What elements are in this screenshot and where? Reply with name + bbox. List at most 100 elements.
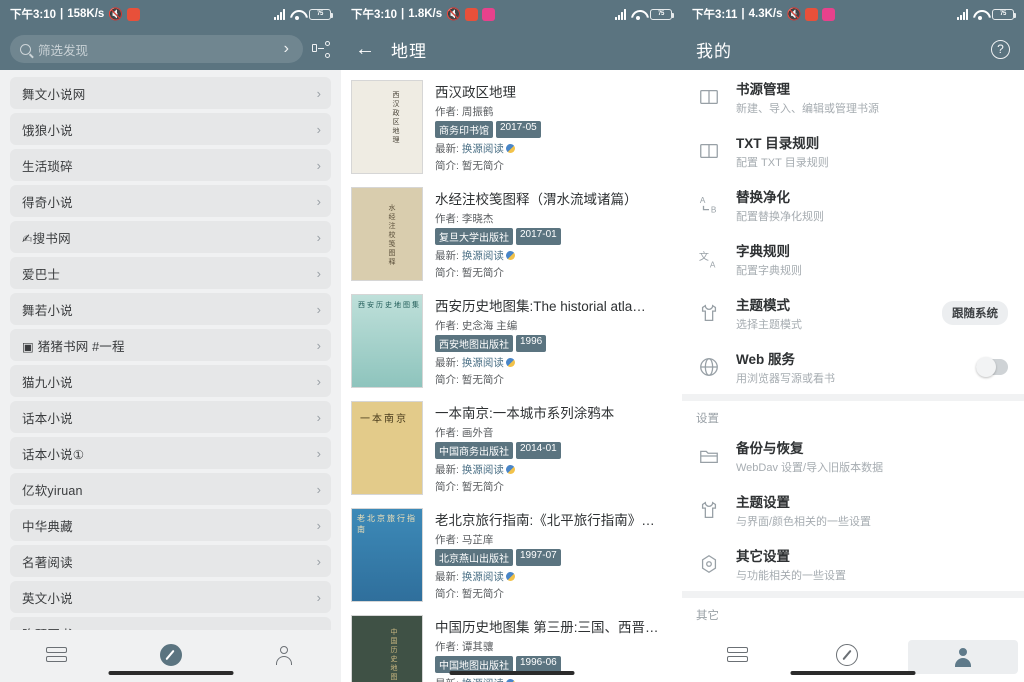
palette-icon xyxy=(505,572,515,581)
list-item[interactable]: 中华典藏 › xyxy=(10,509,331,541)
web-service-toggle[interactable] xyxy=(976,357,1008,377)
list-item[interactable]: 英文小说 › xyxy=(10,581,331,613)
change-source-link[interactable]: 换源阅读 xyxy=(462,143,504,155)
list-item[interactable]: ✍搜书网 › xyxy=(10,221,331,253)
settings-item-title: TXT 目录规则 xyxy=(736,136,820,151)
book-intro: 简介: 暂无简介 xyxy=(435,160,504,172)
svg-text:文: 文 xyxy=(699,250,709,263)
list-item[interactable]: ▣ 猪猪书网 #一程 › xyxy=(10,329,331,361)
chevron-right-icon: › xyxy=(316,337,321,353)
list-item[interactable]: 一本南京 一本南京:一本城市系列涂鸦本 作者: 画外音 中国商务出版社 2014… xyxy=(341,395,682,502)
wifi-icon xyxy=(290,9,304,20)
section-label-settings: 设置 xyxy=(696,413,719,425)
book-latest: 最新: 换源阅读 xyxy=(435,676,670,682)
nav-bookshelf[interactable] xyxy=(0,640,114,670)
book-author: 作者: 李晓杰 xyxy=(435,213,494,225)
list-item[interactable]: 爱巴士 › xyxy=(10,257,331,289)
list-item[interactable]: 昀瑟图书› xyxy=(10,617,331,630)
notification-badge-red xyxy=(805,7,819,21)
chevron-right-icon: › xyxy=(316,265,321,281)
book-latest: 最新: 换源阅读 xyxy=(435,462,670,477)
change-source-link[interactable]: 换源阅读 xyxy=(462,464,504,476)
three-panel-screenshot: 下午3:10 | 158K/s 🔇 75 筛选发现 › 舞文小说网 › 饿狼小说… xyxy=(0,0,1024,682)
list-item[interactable]: 亿软yiruan › xyxy=(10,473,331,505)
book-author: 作者: 史念海 主编 xyxy=(435,320,518,332)
settings-item-theme-settings[interactable]: 主题设置 与界面/颜色相关的一些设置 xyxy=(682,483,1024,537)
list-item[interactable]: 得奇小说 › xyxy=(10,185,331,217)
source-name: ✍搜书网 xyxy=(22,231,71,246)
folder-icon xyxy=(696,445,722,467)
nav-discover[interactable] xyxy=(792,640,902,670)
book-author: 作者: 周振鹤 xyxy=(435,106,494,118)
list-item[interactable]: 老北京旅行指南 老北京旅行指南:《北平旅行指南》… 作者: 马芷庠 北京燕山出版… xyxy=(341,502,682,609)
settings-item-other-settings[interactable]: 其它设置 与功能相关的一些设置 xyxy=(682,537,1024,591)
notification-badge-pink xyxy=(482,7,496,21)
settings-item-txt-toc-rule[interactable]: TXT 目录规则 配置 TXT 目录规则 xyxy=(682,124,1024,178)
list-item[interactable]: 西汉政区地理 西汉政区地理 作者: 周振鹤 商务印书馆 2017-05 最新: … xyxy=(341,74,682,181)
book-latest: 最新: 换源阅读 xyxy=(435,569,670,584)
settings-item-subtitle: 配置字典规则 xyxy=(736,265,802,277)
battery-icon: 75 xyxy=(650,8,674,20)
list-item[interactable]: 生活琐碎 › xyxy=(10,149,331,181)
notification-badge-red xyxy=(465,7,479,21)
list-item[interactable]: 舞文小说网 › xyxy=(10,77,331,109)
date-tag: 2014-01 xyxy=(516,442,561,459)
search-placeholder: 筛选发现 xyxy=(38,43,89,58)
change-source-link[interactable]: 换源阅读 xyxy=(462,357,504,369)
chevron-right-icon: › xyxy=(316,301,321,317)
list-item[interactable]: 猫九小说 › xyxy=(10,365,331,397)
svg-text:A: A xyxy=(700,196,706,205)
book-title: 西安历史地图集:The historial atla… xyxy=(435,299,646,314)
chevron-right-icon: › xyxy=(316,121,321,137)
group-tree-icon[interactable] xyxy=(311,39,331,59)
signal-icon xyxy=(957,8,968,20)
book-author: 作者: 画外音 xyxy=(435,427,494,439)
nav-mine[interactable] xyxy=(908,640,1018,674)
back-arrow-icon[interactable]: ← xyxy=(355,39,375,59)
book-intro: 简介: 暂无简介 xyxy=(435,588,504,600)
signal-icon xyxy=(274,8,285,20)
chevron-right-icon: › xyxy=(316,589,321,605)
settings-item-theme-mode[interactable]: 主题模式 选择主题模式 跟随系统 xyxy=(682,286,1024,340)
book-author: 作者: 马芷庠 xyxy=(435,534,494,546)
settings-item-title: 主题模式 xyxy=(736,298,790,313)
list-item[interactable]: 西安历史地图集 西安历史地图集:The historial atla… 作者: … xyxy=(341,288,682,395)
list-item[interactable]: 舞若小说 › xyxy=(10,293,331,325)
settings-list[interactable]: 书源管理 新建、导入、编辑或管理书源 TXT 目录规则 配置 TXT 目录规则 … xyxy=(682,70,1024,682)
source-name: 得奇小说 xyxy=(22,195,73,210)
list-item[interactable]: 饿狼小说 › xyxy=(10,113,331,145)
cover-title: 西汉政区地理 xyxy=(392,91,399,145)
signal-icon xyxy=(615,8,626,20)
source-name: 爱巴士 xyxy=(22,267,61,282)
source-name: 舞若小说 xyxy=(22,303,73,318)
book-intro: 简介: 暂无简介 xyxy=(435,267,504,279)
search-input[interactable]: 筛选发现 › xyxy=(10,35,303,63)
chevron-right-icon[interactable]: › xyxy=(284,40,293,58)
settings-item-web-service[interactable]: Web 服务 用浏览器写源或看书 xyxy=(682,340,1024,394)
change-source-link[interactable]: 换源阅读 xyxy=(462,678,504,682)
settings-item-dictionary-rule[interactable]: 文A 字典规则 配置字典规则 xyxy=(682,232,1024,286)
list-item[interactable]: 水经注校笺图释 水经注校笺图释（渭水流域诸篇） 作者: 李晓杰 复旦大学出版社 … xyxy=(341,181,682,288)
book-latest: 最新: 换源阅读 xyxy=(435,248,670,263)
chevron-right-icon: › xyxy=(316,553,321,569)
compass-icon xyxy=(159,644,182,666)
nav-discover[interactable] xyxy=(114,640,228,670)
help-circle-icon[interactable]: ? xyxy=(991,39,1010,59)
list-item[interactable]: 话本小说① › xyxy=(10,437,331,469)
change-source-link[interactable]: 换源阅读 xyxy=(462,571,504,583)
settings-item-book-sources[interactable]: 书源管理 新建、导入、编辑或管理书源 xyxy=(682,70,1024,124)
publisher-tag: 中国商务出版社 xyxy=(435,442,513,459)
nav-bookshelf[interactable] xyxy=(682,640,792,670)
settings-item-replace-purify[interactable]: AB 替换净化 配置替换净化规则 xyxy=(682,178,1024,232)
discover-source-list[interactable]: 舞文小说网 › 饿狼小说 › 生活琐碎 › 得奇小说 › ✍搜书网 › 爱巴士 › 舞若小说… xyxy=(0,70,341,630)
source-name: 舞文小说网 xyxy=(22,87,86,102)
status-separator: | xyxy=(741,8,745,20)
nav-mine[interactable] xyxy=(227,640,341,670)
list-item[interactable]: 话本小说 › xyxy=(10,401,331,433)
book-results-list[interactable]: 西汉政区地理 西汉政区地理 作者: 周振鹤 商务印书馆 2017-05 最新: … xyxy=(341,70,682,682)
theme-mode-value[interactable]: 跟随系统 xyxy=(942,301,1008,325)
change-source-link[interactable]: 换源阅读 xyxy=(462,250,504,262)
settings-item-backup-restore[interactable]: 备份与恢复 WebDav 设置/导入旧版本数据 xyxy=(682,429,1024,483)
list-item[interactable]: 名著阅读 › xyxy=(10,545,331,577)
settings-item-subtitle: 与界面/颜色相关的一些设置 xyxy=(736,516,872,528)
